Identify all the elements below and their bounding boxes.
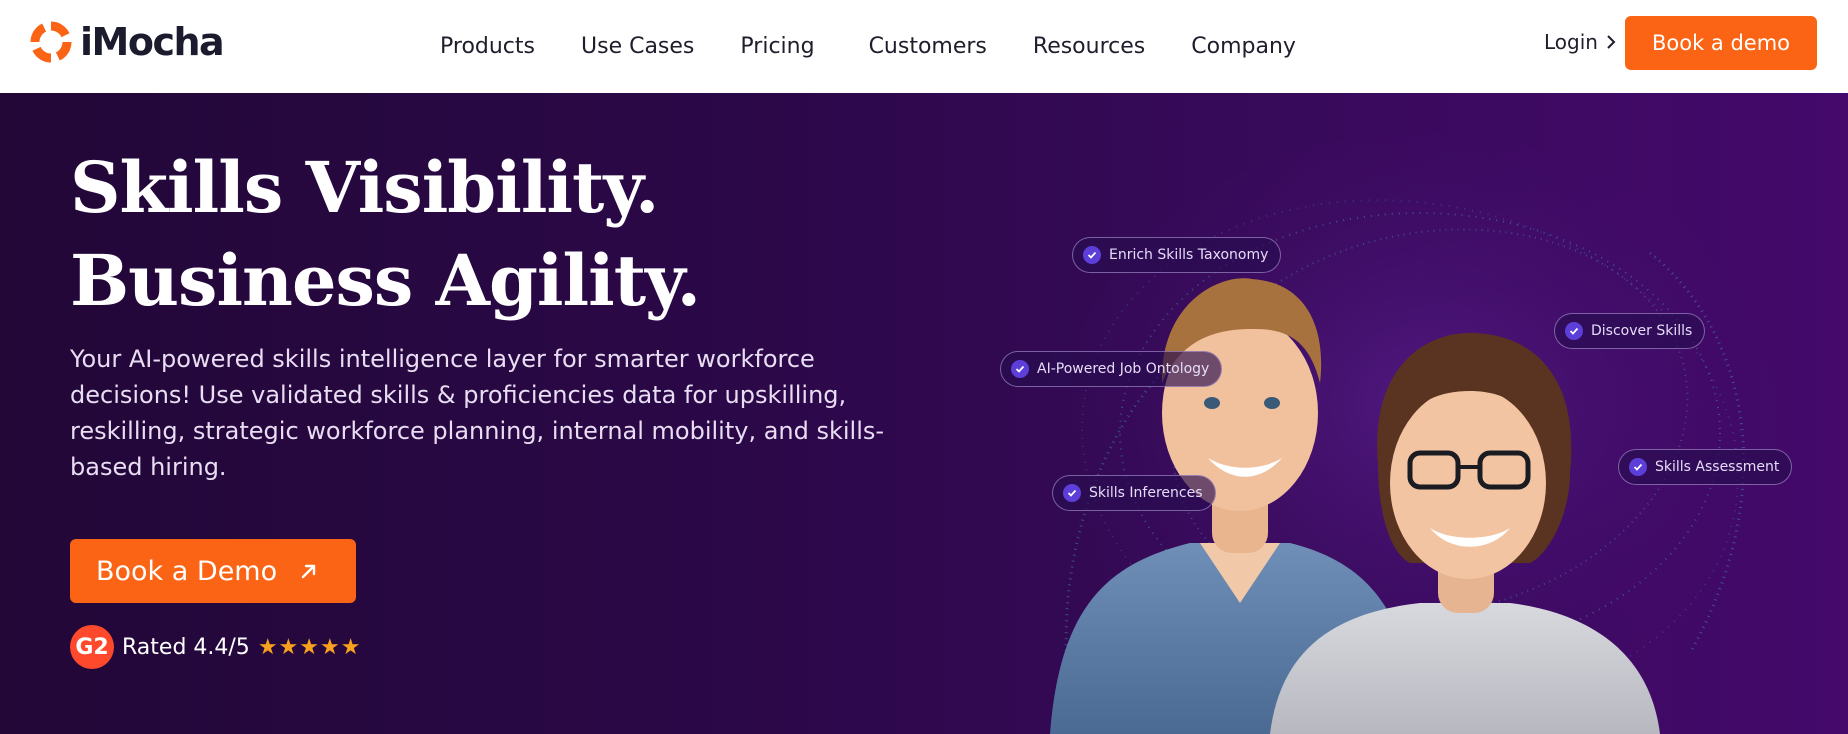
skill-tag-skills-inferences: Skills Inferences <box>1052 475 1216 511</box>
login-label: Login <box>1544 30 1598 54</box>
menu-item-use-cases[interactable]: Use Cases <box>581 34 694 59</box>
check-icon <box>1083 246 1101 264</box>
top-navbar: iMocha Products Use Cases Pricing Custom… <box>0 0 1848 93</box>
skill-tag-job-ontology: AI-Powered Job Ontology <box>1000 351 1223 387</box>
hero-section: Skills Visibility. Business Agility. You… <box>0 93 1848 734</box>
menu-item-pricing[interactable]: Pricing <box>740 34 814 59</box>
check-icon <box>1063 484 1081 502</box>
logo[interactable]: iMocha <box>28 18 225 66</box>
g2-logo-icon: G2 <box>70 625 114 669</box>
skill-tag-label: Skills Inferences <box>1089 485 1203 501</box>
check-icon <box>1629 458 1647 476</box>
skill-tag-enrich-taxonomy: Enrich Skills Taxonomy <box>1072 237 1282 273</box>
particle-swirl-graphic <box>1050 133 1780 734</box>
skill-tag-skills-assessment: Skills Assessment <box>1618 449 1793 485</box>
book-demo-hero-label: Book a Demo <box>96 555 278 587</box>
menu-item-products[interactable]: Products <box>440 34 535 59</box>
skill-tag-label: Discover Skills <box>1591 323 1693 339</box>
menu-item-company[interactable]: Company <box>1191 34 1296 59</box>
arrow-up-right-icon <box>301 564 316 579</box>
skill-tag-label: Skills Assessment <box>1655 459 1780 475</box>
login-link[interactable]: Login <box>1544 30 1616 54</box>
hero-subtitle: Your AI-powered skills intelligence laye… <box>70 345 885 481</box>
menu-item-customers[interactable]: Customers <box>869 34 987 59</box>
skill-tag-label: AI-Powered Job Ontology <box>1037 361 1210 377</box>
chevron-right-icon <box>1607 35 1616 49</box>
g2-rating: G2 Rated 4.4/5 ★★★★★ <box>70 625 361 669</box>
check-icon <box>1565 322 1583 340</box>
check-icon <box>1011 360 1029 378</box>
logo-text: iMocha <box>80 20 225 64</box>
hero-title: Skills Visibility. Business Agility. <box>70 141 701 327</box>
rating-stars: ★★★★★ <box>257 634 362 659</box>
main-menu: Products Use Cases Pricing Customers Res… <box>440 0 1342 93</box>
imocha-logo-icon <box>30 21 72 63</box>
book-demo-hero-button[interactable]: Book a Demo <box>70 539 356 603</box>
skill-tag-discover-skills: Discover Skills <box>1554 313 1706 349</box>
hero-title-line-1: Skills Visibility. <box>70 146 659 229</box>
hero-title-line-2: Business Agility. <box>70 239 701 322</box>
rating-text: Rated 4.4/5 <box>122 634 250 660</box>
skill-tag-label: Enrich Skills Taxonomy <box>1109 247 1269 263</box>
menu-item-resources[interactable]: Resources <box>1033 34 1145 59</box>
hero-illustration: Enrich Skills Taxonomy Discover Skills A… <box>990 133 1810 734</box>
book-demo-nav-button[interactable]: Book a demo <box>1625 16 1817 70</box>
